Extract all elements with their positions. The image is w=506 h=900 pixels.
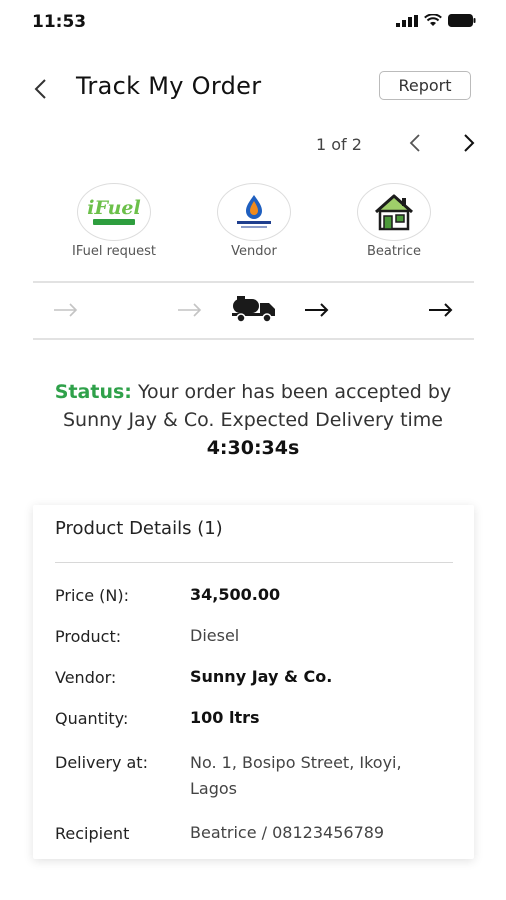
progress-arrow-done-icon: [52, 298, 80, 322]
delivery-address-label: Delivery at:: [55, 753, 148, 772]
ifuel-logo-badge: iFuel: [77, 183, 151, 241]
product-label: Product:: [55, 627, 122, 646]
price-label: Price (N):: [55, 586, 129, 605]
progress-divider-top: [33, 281, 474, 283]
pager-prev-button[interactable]: [404, 130, 426, 156]
product-details-card: Product Details (1) Price (N): 34,500.00…: [33, 505, 474, 859]
stage-ifuel-request[interactable]: iFuel IFuel request: [72, 183, 156, 259]
card-divider: [55, 562, 453, 563]
system-status-icons: [396, 14, 476, 27]
chevron-left-icon: [409, 134, 420, 152]
recipient-label: Recipient: [55, 824, 130, 843]
stage-label: IFuel request: [72, 244, 156, 259]
stage-label: Vendor: [231, 244, 277, 259]
ifuel-logo-bar: [93, 219, 135, 225]
status-label: Status:: [54, 381, 132, 403]
back-button[interactable]: [28, 74, 52, 104]
ifuel-logo: iFuel: [87, 197, 141, 219]
status-bar-time: 11:53: [32, 12, 87, 32]
chevron-right-icon: [464, 134, 475, 152]
progress-divider-bottom: [33, 338, 474, 340]
vendor-value: Sunny Jay & Co.: [190, 667, 333, 686]
progress-arrow-done-icon: [176, 298, 204, 322]
page-title: Track My Order: [76, 72, 262, 100]
recipient-badge: [357, 183, 431, 241]
pager-next-button[interactable]: [458, 130, 480, 156]
price-value: 34,500.00: [190, 585, 281, 604]
product-value: Diesel: [190, 626, 240, 645]
product-details-title: Product Details (1): [55, 518, 223, 539]
vendor-logo-icon: [237, 195, 271, 228]
pager-indicator: 1 of 2: [316, 135, 362, 154]
order-status-message: Status: Your order has been accepted by …: [40, 378, 466, 462]
stage-vendor[interactable]: Vendor: [214, 183, 294, 259]
signal-icon: [396, 14, 418, 27]
report-button[interactable]: Report: [379, 71, 471, 100]
stage-label: Beatrice: [366, 244, 422, 259]
stage-recipient[interactable]: Beatrice: [354, 183, 434, 259]
chevron-left-icon: [34, 79, 46, 99]
progress-arrow-pending-icon: [427, 298, 455, 322]
fuel-truck-icon: [231, 295, 277, 327]
expected-delivery-time: 4:30:34s: [206, 437, 300, 459]
house-icon: [375, 194, 413, 231]
quantity-label: Quantity:: [55, 709, 129, 728]
vendor-label: Vendor:: [55, 668, 117, 687]
wifi-icon: [424, 14, 442, 26]
quantity-value: 100 ltrs: [190, 708, 260, 727]
battery-icon: [448, 14, 476, 27]
delivery-address-value: No. 1, Bosipo Street, Ikoyi, Lagos: [190, 753, 402, 798]
recipient-value: Beatrice / 08123456789: [190, 823, 385, 842]
vendor-logo-badge: [217, 183, 291, 241]
progress-arrow-pending-icon: [303, 298, 331, 322]
